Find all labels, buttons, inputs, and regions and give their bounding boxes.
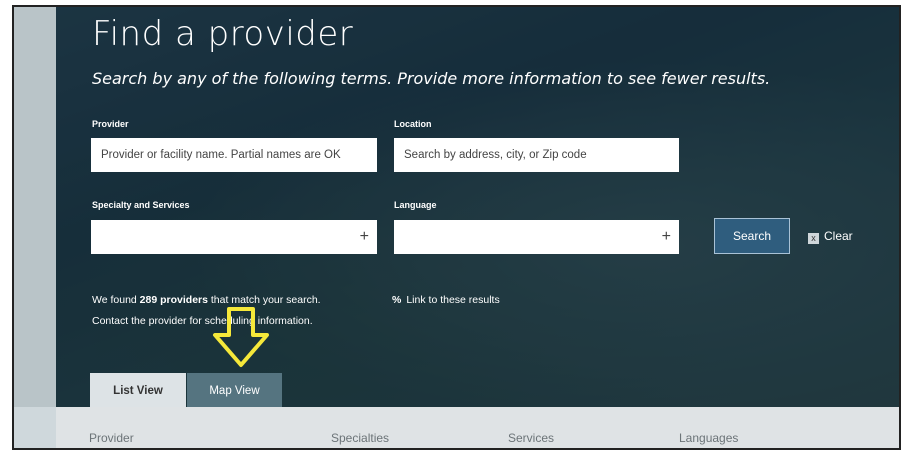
link-to-results[interactable]: % Link to these results	[392, 294, 500, 306]
screenshot-frame: Find a provider Search by any of the fol…	[12, 5, 901, 450]
plus-icon[interactable]: +	[360, 220, 369, 254]
results-count: 289 providers	[139, 294, 208, 306]
tab-map-view[interactable]: Map View	[187, 373, 282, 407]
link-label: Link to these results	[406, 294, 500, 306]
results-table-header: Provider Specialties Services Languages	[56, 407, 899, 448]
tab-list-view[interactable]: List View	[90, 373, 186, 407]
specialty-label: Specialty and Services	[92, 200, 190, 210]
results-summary: We found 289 providers that match your s…	[92, 294, 321, 327]
clear-button[interactable]: x Clear	[808, 229, 853, 244]
provider-placeholder: Provider or facility name. Partial names…	[101, 149, 341, 161]
provider-input[interactable]: Provider or facility name. Partial names…	[91, 138, 377, 172]
left-margin	[14, 7, 56, 407]
column-header-specialties[interactable]: Specialties	[331, 431, 389, 445]
specialty-input[interactable]: +	[91, 220, 377, 254]
down-arrow-icon	[213, 307, 269, 367]
language-input[interactable]: +	[394, 220, 679, 254]
clear-x-icon: x	[808, 233, 819, 244]
location-label: Location	[394, 119, 432, 129]
language-label: Language	[394, 200, 437, 210]
provider-label: Provider	[92, 119, 129, 129]
clear-label: Clear	[824, 229, 853, 243]
link-icon: %	[392, 294, 402, 306]
page-subtitle: Search by any of the following terms. Pr…	[92, 69, 771, 88]
location-placeholder: Search by address, city, or Zip code	[404, 149, 587, 161]
plus-icon[interactable]: +	[662, 220, 671, 254]
search-button[interactable]: Search	[714, 218, 790, 254]
column-header-languages[interactable]: Languages	[679, 431, 738, 445]
page-title: Find a provider	[92, 14, 354, 54]
results-contact-text: Contact the provider for scheduling info…	[92, 315, 313, 327]
location-input[interactable]: Search by address, city, or Zip code	[394, 138, 679, 172]
column-header-provider[interactable]: Provider	[89, 431, 134, 445]
column-header-services[interactable]: Services	[508, 431, 554, 445]
